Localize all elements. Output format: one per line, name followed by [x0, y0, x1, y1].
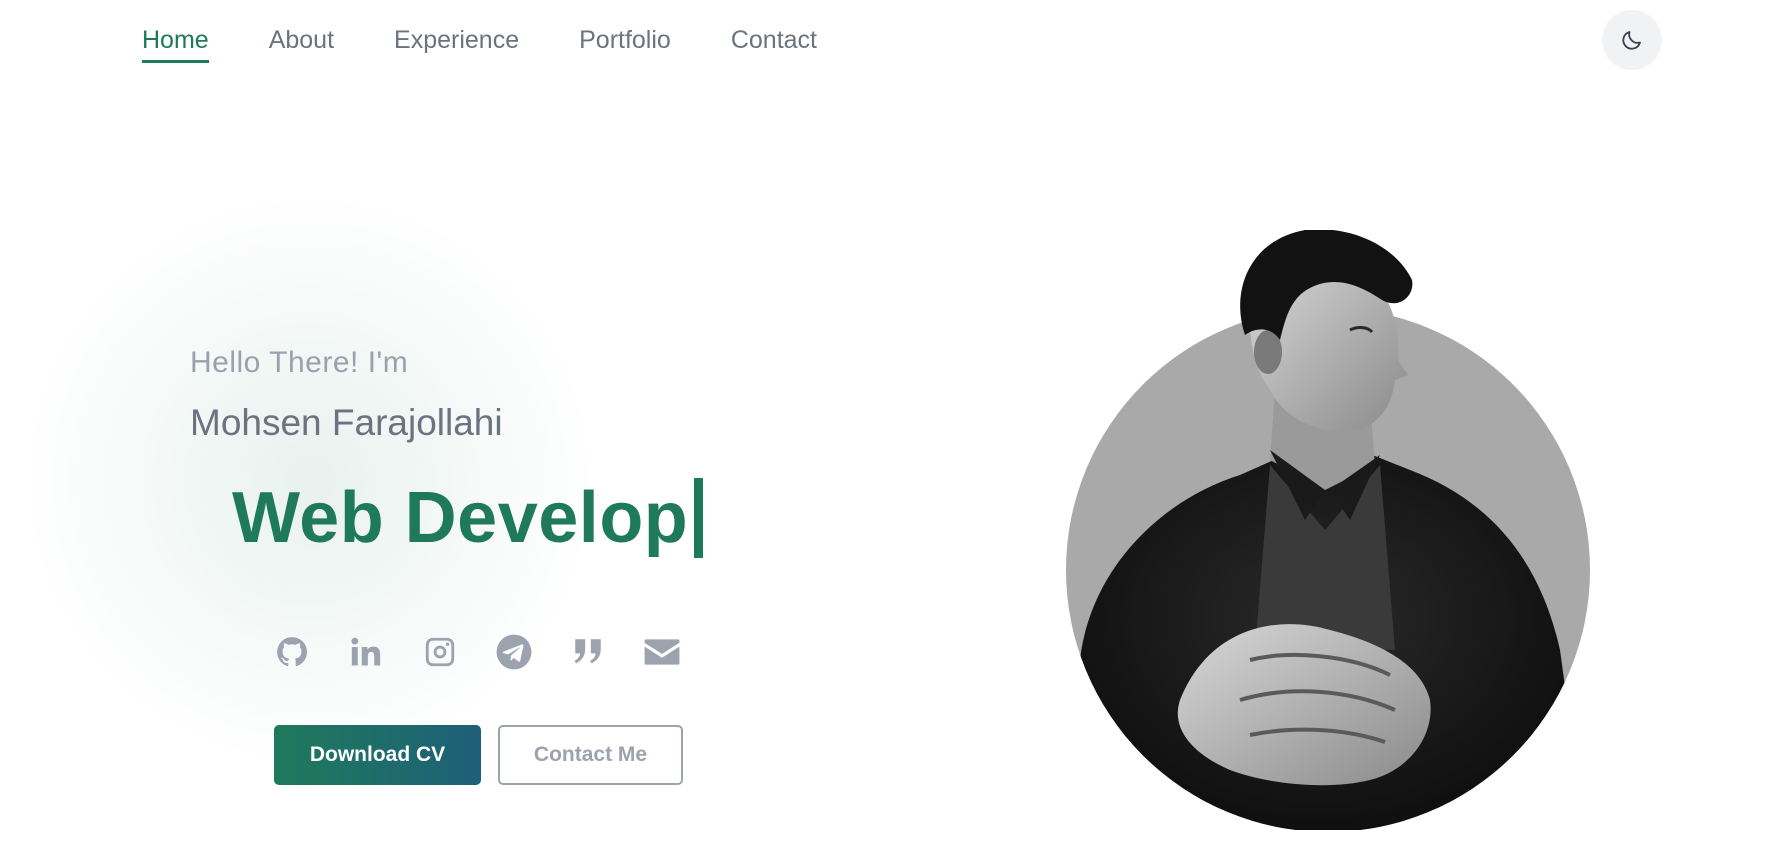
nav-item-about[interactable]: About [269, 24, 334, 63]
instagram-icon [425, 637, 455, 667]
nav-item-contact[interactable]: Contact [731, 24, 817, 63]
nav-links: Home About Experience Portfolio Contact [142, 24, 877, 63]
typed-role-text: Web Develop [232, 478, 689, 558]
portfolio-page: Home About Experience Portfolio Contact … [0, 0, 1773, 865]
envelope-icon [644, 639, 680, 665]
portrait-image [1066, 230, 1590, 830]
top-navigation: Home About Experience Portfolio Contact [0, 0, 1773, 80]
social-links [272, 632, 682, 672]
instagram-link[interactable] [420, 632, 460, 672]
linkedin-link[interactable] [346, 632, 386, 672]
github-link[interactable] [272, 632, 312, 672]
telegram-link[interactable] [494, 632, 534, 672]
typing-caret [694, 478, 704, 558]
nav-item-experience[interactable]: Experience [394, 24, 519, 63]
contact-me-button[interactable]: Contact Me [498, 725, 683, 785]
quote-icon [574, 639, 601, 664]
typed-role: Web Develop [232, 478, 704, 558]
nav-item-home[interactable]: Home [142, 24, 209, 63]
theme-toggle-button[interactable] [1602, 10, 1662, 70]
nav-item-portfolio[interactable]: Portfolio [579, 24, 671, 63]
hero-greeting: Hello There! I'm [190, 346, 409, 379]
telegram-icon [496, 634, 532, 670]
quote-link[interactable] [568, 632, 608, 672]
email-link[interactable] [642, 632, 682, 672]
moon-icon [1622, 31, 1641, 50]
hero-name: Mohsen Farajollahi [190, 402, 503, 443]
download-cv-button[interactable]: Download CV [274, 725, 481, 785]
linkedin-icon [351, 637, 381, 666]
github-icon [277, 637, 307, 667]
